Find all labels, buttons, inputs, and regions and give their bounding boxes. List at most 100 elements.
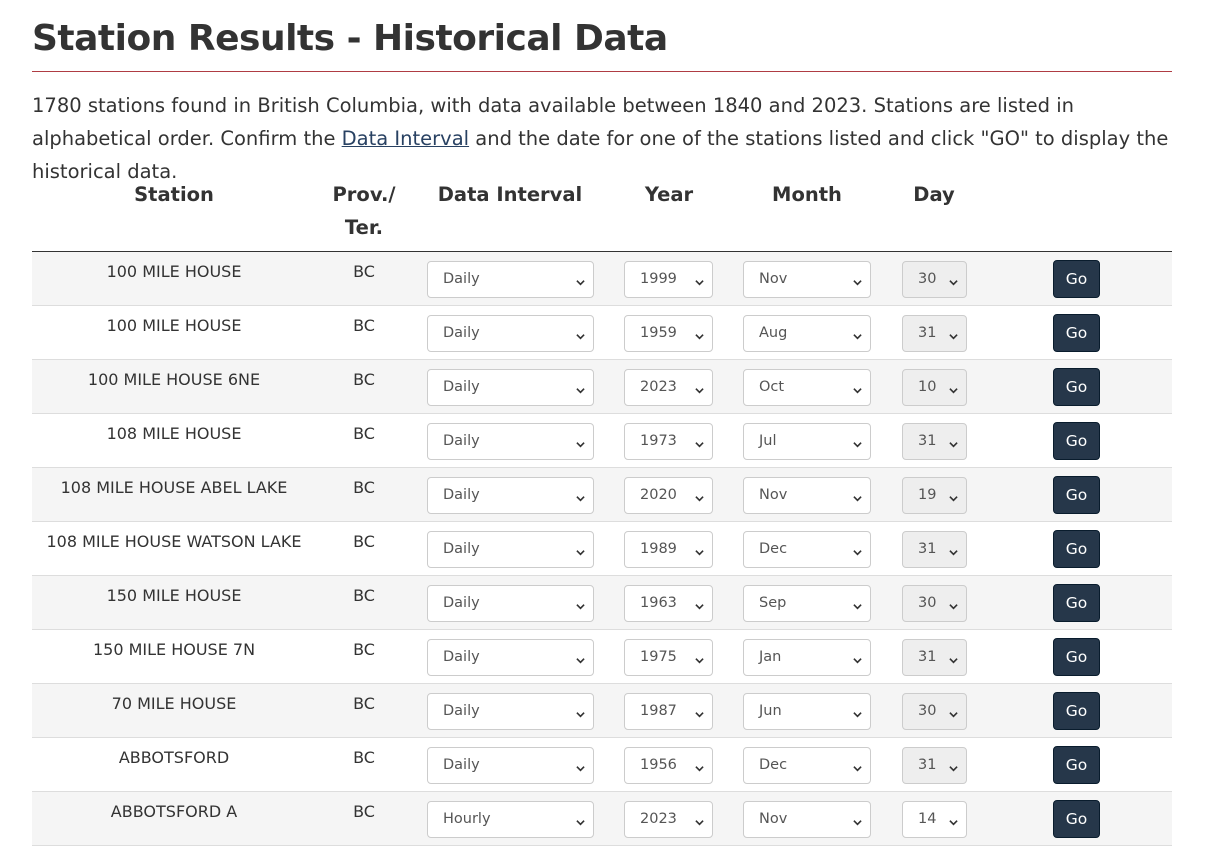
table-row: 100 MILE HOUSE 6NE BC Daily 2023 Oct 10 Go xyxy=(32,360,1172,414)
month-select[interactable]: Jan xyxy=(743,639,871,676)
year-select[interactable]: 1975 xyxy=(624,639,713,676)
table-row: 108 MILE HOUSE ABEL LAKE BC Daily 2020 Nov 19… xyxy=(32,468,1172,522)
day-select[interactable]: 31 xyxy=(902,531,967,568)
province-code: BC xyxy=(353,424,375,443)
month-value: Jan xyxy=(759,649,782,665)
go-button[interactable]: Go xyxy=(1053,692,1100,730)
year-select[interactable]: 1999 xyxy=(624,261,713,298)
station-name: 70 MILE HOUSE xyxy=(111,694,237,713)
month-select[interactable]: Jun xyxy=(743,693,871,730)
year-select[interactable]: 2023 xyxy=(624,801,713,838)
data-interval-select[interactable]: Daily xyxy=(427,477,594,514)
day-select[interactable]: 19 xyxy=(902,477,967,514)
go-button[interactable]: Go xyxy=(1053,638,1100,676)
go-button[interactable]: Go xyxy=(1053,314,1100,352)
month-value: Oct xyxy=(759,379,785,395)
data-interval-value: Daily xyxy=(443,541,480,557)
go-button[interactable]: Go xyxy=(1053,530,1100,568)
day-select[interactable]: 31 xyxy=(902,747,967,784)
month-value: Dec xyxy=(759,541,788,557)
year-select[interactable]: 2023 xyxy=(624,369,713,406)
station-name: ABBOTSFORD A xyxy=(110,802,238,821)
month-select[interactable]: Nov xyxy=(743,261,871,298)
chevron-down-icon xyxy=(949,815,958,826)
data-interval-select[interactable]: Daily xyxy=(427,369,594,406)
data-interval-select[interactable]: Daily xyxy=(427,585,594,622)
data-interval-select[interactable]: Daily xyxy=(427,693,594,730)
data-interval-link[interactable]: Data Interval xyxy=(342,127,469,150)
month-select[interactable]: Sep xyxy=(743,585,871,622)
month-select[interactable]: Nov xyxy=(743,801,871,838)
day-value: 14 xyxy=(918,811,937,827)
day-select[interactable]: 30 xyxy=(902,693,967,730)
chevron-down-icon xyxy=(949,653,958,664)
go-button[interactable]: Go xyxy=(1053,260,1100,298)
month-value: Aug xyxy=(759,325,788,341)
year-value: 1989 xyxy=(640,541,677,557)
month-select[interactable]: Aug xyxy=(743,315,871,352)
chevron-down-icon xyxy=(853,329,862,340)
data-interval-select[interactable]: Daily xyxy=(427,747,594,784)
chevron-down-icon xyxy=(853,761,862,772)
day-select[interactable]: 14 xyxy=(902,801,967,838)
station-name: 108 MILE HOUSE WATSON LAKE xyxy=(46,532,302,551)
table-row: 108 MILE HOUSE BC Daily 1973 Jul 31 Go xyxy=(32,414,1172,468)
go-button[interactable]: Go xyxy=(1053,476,1100,514)
year-select[interactable]: 1973 xyxy=(624,423,713,460)
year-select[interactable]: 2020 xyxy=(624,477,713,514)
data-interval-value: Daily xyxy=(443,487,480,503)
station-name: 100 MILE HOUSE xyxy=(106,262,242,281)
year-select[interactable]: 1959 xyxy=(624,315,713,352)
chevron-down-icon xyxy=(695,545,704,556)
province-code: BC xyxy=(353,370,375,389)
chevron-down-icon xyxy=(949,545,958,556)
month-select[interactable]: Jul xyxy=(743,423,871,460)
chevron-down-icon xyxy=(695,383,704,394)
year-value: 1987 xyxy=(640,703,677,719)
go-button[interactable]: Go xyxy=(1053,746,1100,784)
chevron-down-icon xyxy=(576,815,585,826)
table-row: 150 MILE HOUSE 7N BC Daily 1975 Jan 31 Go xyxy=(32,630,1172,684)
go-button[interactable]: Go xyxy=(1053,422,1100,460)
day-select[interactable]: 30 xyxy=(902,585,967,622)
go-button[interactable]: Go xyxy=(1053,800,1100,838)
go-button[interactable]: Go xyxy=(1053,584,1100,622)
day-select[interactable]: 31 xyxy=(902,639,967,676)
chevron-down-icon xyxy=(949,329,958,340)
chevron-down-icon xyxy=(695,275,704,286)
day-select[interactable]: 31 xyxy=(902,315,967,352)
station-name: 100 MILE HOUSE 6NE xyxy=(87,370,261,389)
title-divider xyxy=(32,71,1172,72)
day-select[interactable]: 10 xyxy=(902,369,967,406)
month-value: Nov xyxy=(759,811,788,827)
day-select[interactable]: 30 xyxy=(902,261,967,298)
day-value: 31 xyxy=(918,757,937,773)
year-select[interactable]: 1989 xyxy=(624,531,713,568)
year-value: 1963 xyxy=(640,595,677,611)
station-name: 100 MILE HOUSE xyxy=(106,316,242,335)
year-select[interactable]: 1956 xyxy=(624,747,713,784)
month-select[interactable]: Dec xyxy=(743,531,871,568)
day-value: 31 xyxy=(918,325,937,341)
day-value: 30 xyxy=(918,595,937,611)
chevron-down-icon xyxy=(576,383,585,394)
province-code: BC xyxy=(353,262,375,281)
month-select[interactable]: Dec xyxy=(743,747,871,784)
month-select[interactable]: Oct xyxy=(743,369,871,406)
year-select[interactable]: 1987 xyxy=(624,693,713,730)
month-select[interactable]: Nov xyxy=(743,477,871,514)
data-interval-select[interactable]: Daily xyxy=(427,639,594,676)
chevron-down-icon xyxy=(853,707,862,718)
chevron-down-icon xyxy=(853,653,862,664)
data-interval-select[interactable]: Daily xyxy=(427,423,594,460)
year-select[interactable]: 1963 xyxy=(624,585,713,622)
table-row: 108 MILE HOUSE WATSON LAKE BC Daily 1989 Dec… xyxy=(32,522,1172,576)
data-interval-select[interactable]: Daily xyxy=(427,261,594,298)
province-code: BC xyxy=(353,316,375,335)
chevron-down-icon xyxy=(853,491,862,502)
data-interval-select[interactable]: Daily xyxy=(427,531,594,568)
day-select[interactable]: 31 xyxy=(902,423,967,460)
data-interval-select[interactable]: Hourly xyxy=(427,801,594,838)
go-button[interactable]: Go xyxy=(1053,368,1100,406)
data-interval-select[interactable]: Daily xyxy=(427,315,594,352)
